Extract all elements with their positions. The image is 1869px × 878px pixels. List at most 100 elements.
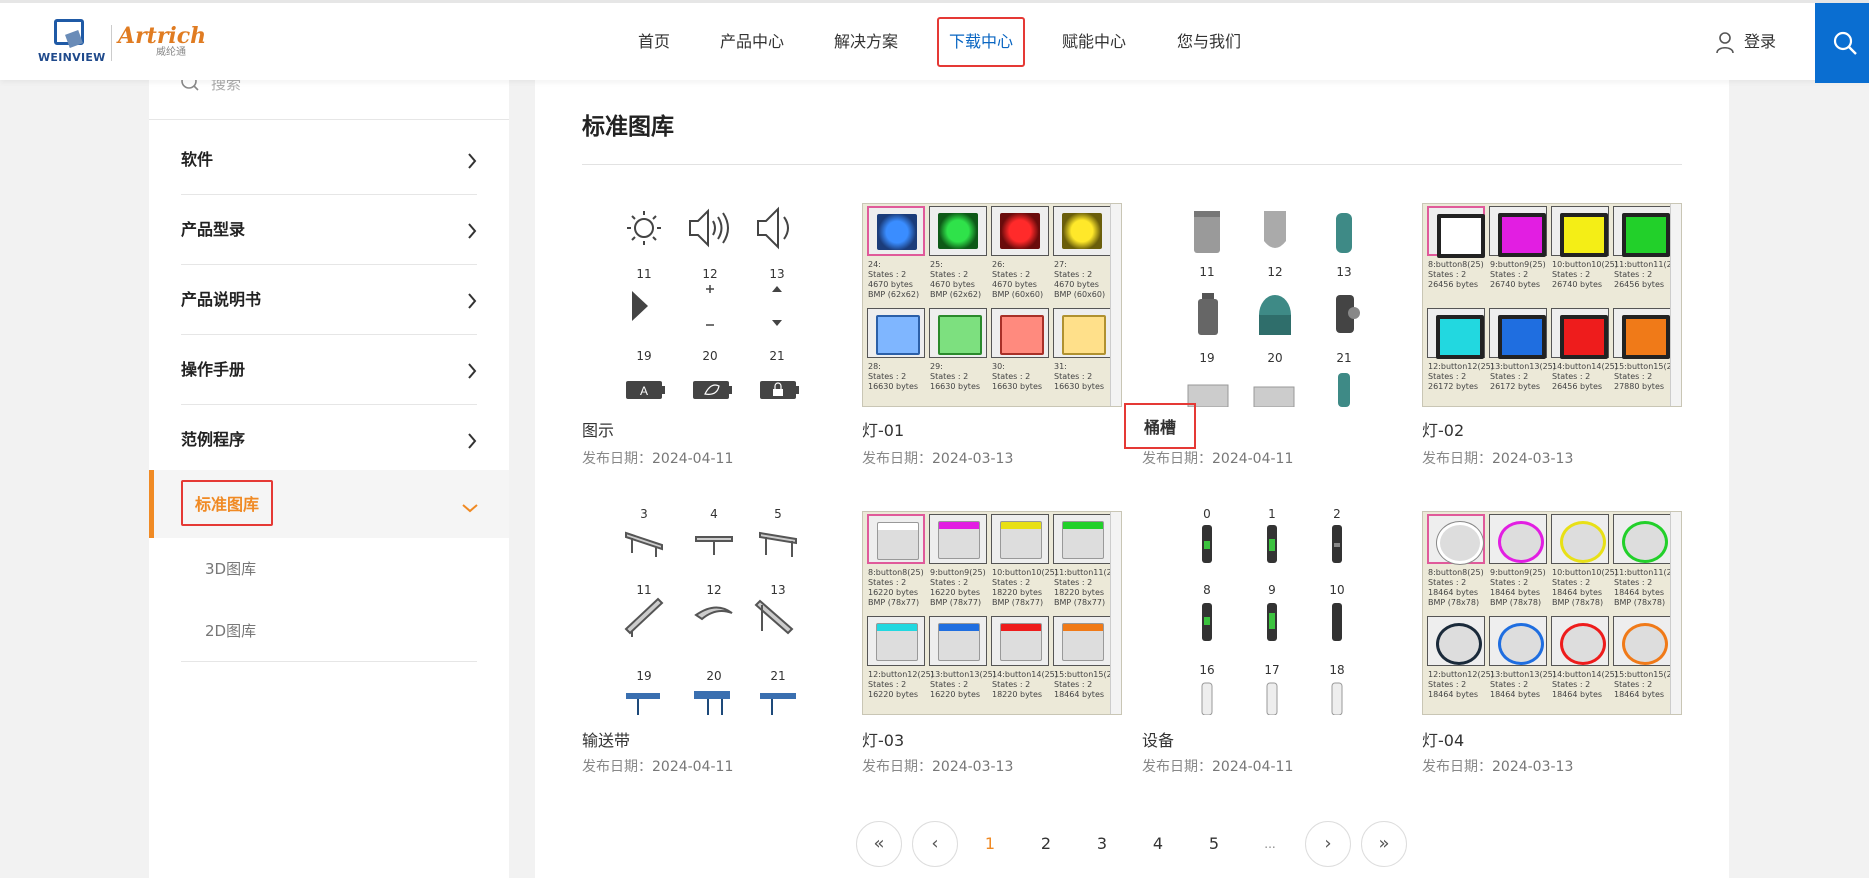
first-page-button[interactable]: « (856, 821, 902, 867)
svg-text:A: A (640, 384, 648, 398)
main-content: 标准图库 A 11 12 13 19 20 21 图示 发布日期：2024-04… (535, 77, 1729, 878)
preview-caption: 8:button8(25) States : 2 26456 bytes (1428, 260, 1484, 289)
date-value: 2024-03-13 (932, 759, 1014, 775)
date-value: 2024-03-13 (1492, 759, 1574, 775)
preview-caption: 13:button13(25) States : 2 18464 bytes (1490, 670, 1556, 699)
page-number-1[interactable]: 1 (975, 821, 1005, 867)
page-number-5[interactable]: 5 (1199, 821, 1229, 867)
preview-cell (1489, 616, 1547, 666)
page-title: 标准图库 (582, 114, 674, 140)
sidebar-item-label: 标准图库 (181, 480, 273, 526)
icon-index-label: 13 (770, 583, 786, 597)
icon-index-label: 17 (1264, 663, 1280, 677)
sidebar-item-standard-library[interactable]: 标准图库 (149, 470, 509, 538)
nav-item-downloads[interactable]: 下载中心 (937, 17, 1026, 67)
preview-caption: 30: States : 2 16630 bytes (992, 362, 1043, 391)
preview-caption: 13:button13(25) States : 2 26172 bytes (1490, 362, 1556, 391)
sidebar-item-operation-guide[interactable]: 操作手册 (181, 335, 477, 405)
sidebar-item-catalog[interactable]: 产品型录 (181, 195, 477, 265)
nav-item-enablement[interactable]: 赋能中心 (1062, 17, 1126, 67)
weinview-logo-text: WEINVIEW (38, 51, 106, 64)
preview-cell (1551, 514, 1609, 564)
artrich-logo-text: Artrich (118, 23, 207, 49)
preview-caption: 9:button9(25) States : 2 18464 bytes BMP… (1490, 568, 1546, 607)
card-title: 图示 (582, 421, 615, 440)
icon-index-label: 4 (710, 507, 718, 521)
preview-cell (1427, 206, 1485, 258)
preview-cell (1613, 514, 1671, 564)
card-date: 发布日期：2024-03-13 (1422, 448, 1573, 468)
preview-caption: 27: States : 2 4670 bytes BMP (60x60) (1054, 260, 1106, 299)
weinview-logo[interactable]: WEINVIEW (38, 17, 106, 69)
preview-caption: 28: States : 2 16630 bytes (868, 362, 919, 391)
card-date: 发布日期：2024-04-11 (1142, 448, 1293, 468)
preview-cell (1489, 514, 1547, 564)
sidebar-item-manuals[interactable]: 产品说明书 (181, 265, 477, 335)
preview-caption: 13:button13(25) States : 2 16220 bytes (930, 670, 996, 699)
weinview-logo-mark (54, 19, 84, 45)
card-thumbnail: 24: States : 2 4670 bytes BMP (62x62) 25… (862, 203, 1122, 407)
card-title: 桶槽 (1124, 403, 1197, 449)
icon-index-label: 19 (636, 669, 652, 683)
preview-cell (1427, 616, 1485, 666)
tanks-preview (1187, 211, 1360, 408)
nav-item-about-us[interactable]: 您与我们 (1177, 17, 1241, 67)
sidebar-item-software[interactable]: 软件 (181, 125, 477, 195)
chevron-right-icon (467, 153, 477, 173)
header-search-button[interactable] (1815, 3, 1869, 83)
sidebar-search[interactable]: 搜索 (149, 73, 509, 120)
page-number-2[interactable]: 2 (1031, 821, 1061, 867)
icon-index-label: 21 (1336, 351, 1352, 365)
preview-scrollbar (1110, 204, 1121, 406)
preview-caption: 10:button10(25) States : 2 18220 bytes B… (992, 568, 1058, 607)
preview-cell (867, 308, 925, 358)
icon-index-label: 20 (1267, 351, 1283, 365)
icons-preview: A (626, 206, 799, 399)
nav-item-products[interactable]: 产品中心 (720, 17, 784, 67)
preview-cell (1053, 308, 1111, 358)
next-page-button[interactable]: › (1305, 821, 1351, 867)
icon-index-label: 3 (640, 507, 648, 521)
last-page-button[interactable]: » (1361, 821, 1407, 867)
preview-caption: 14:button14(25) States : 2 18464 bytes (1552, 670, 1618, 699)
icon-index-label: 16 (1199, 663, 1215, 677)
preview-caption: 9:button9(25) States : 2 26740 bytes (1490, 260, 1546, 289)
preview-cell (991, 514, 1049, 564)
preview-cell (867, 206, 925, 256)
sidebar-item-label: 软件 (181, 150, 214, 169)
icon-index-label: 9 (1268, 583, 1276, 597)
sidebar-subitem-2d-library[interactable]: 2D图库 (181, 600, 477, 662)
sidebar-subitem-3d-library[interactable]: 3D图库 (181, 538, 477, 600)
artrich-logo[interactable]: Artrich 威纶通 (118, 25, 208, 65)
icon-index-label: 13 (769, 267, 785, 281)
sidebar: 搜索 软件 产品型录 产品说明书 操作手册 范例程序 标准图库 3D图库 2D图… (149, 73, 509, 878)
icon-index-label: 2 (1333, 507, 1341, 521)
login-link[interactable]: 登录 (1716, 27, 1776, 57)
page-number-4[interactable]: 4 (1143, 821, 1173, 867)
nav-item-home[interactable]: 首页 (638, 17, 670, 67)
sidebar-item-sample-programs[interactable]: 范例程序 (181, 405, 477, 475)
preview-caption: 29: States : 2 16630 bytes (930, 362, 981, 391)
icon-index-label: 11 (636, 583, 652, 597)
preview-caption: 9:button9(25) States : 2 16220 bytes BMP… (930, 568, 986, 607)
logo-divider (111, 25, 112, 61)
site-header: WEINVIEW Artrich 威纶通 首页 产品中心 解决方案 下载中心 赋… (0, 0, 1869, 83)
card-date: 发布日期：2024-04-11 (1142, 756, 1293, 776)
double-chevron-left-icon: « (873, 833, 885, 854)
card-thumbnail: 8:button8(25) States : 2 26456 bytes 9:b… (1422, 203, 1682, 407)
prev-page-button[interactable]: ‹ (912, 821, 958, 867)
preview-caption: 12:button12(25) States : 2 26172 bytes (1428, 362, 1494, 391)
icon-index-label: 0 (1203, 507, 1211, 521)
preview-cell (929, 616, 987, 666)
date-value: 2024-04-11 (1212, 759, 1294, 775)
icon-index-label: 20 (702, 349, 718, 363)
preview-cell (1613, 308, 1671, 359)
card-thumbnail: 8:button8(25) States : 2 18464 bytes BMP… (1422, 511, 1682, 715)
nav-item-solutions[interactable]: 解决方案 (834, 17, 898, 67)
preview-cell (1053, 616, 1111, 666)
chevron-down-icon (462, 498, 478, 517)
preview-cell (1551, 616, 1609, 666)
page-number-3[interactable]: 3 (1087, 821, 1117, 867)
icon-index-label: 19 (636, 349, 652, 363)
icon-index-label: 5 (774, 507, 782, 521)
